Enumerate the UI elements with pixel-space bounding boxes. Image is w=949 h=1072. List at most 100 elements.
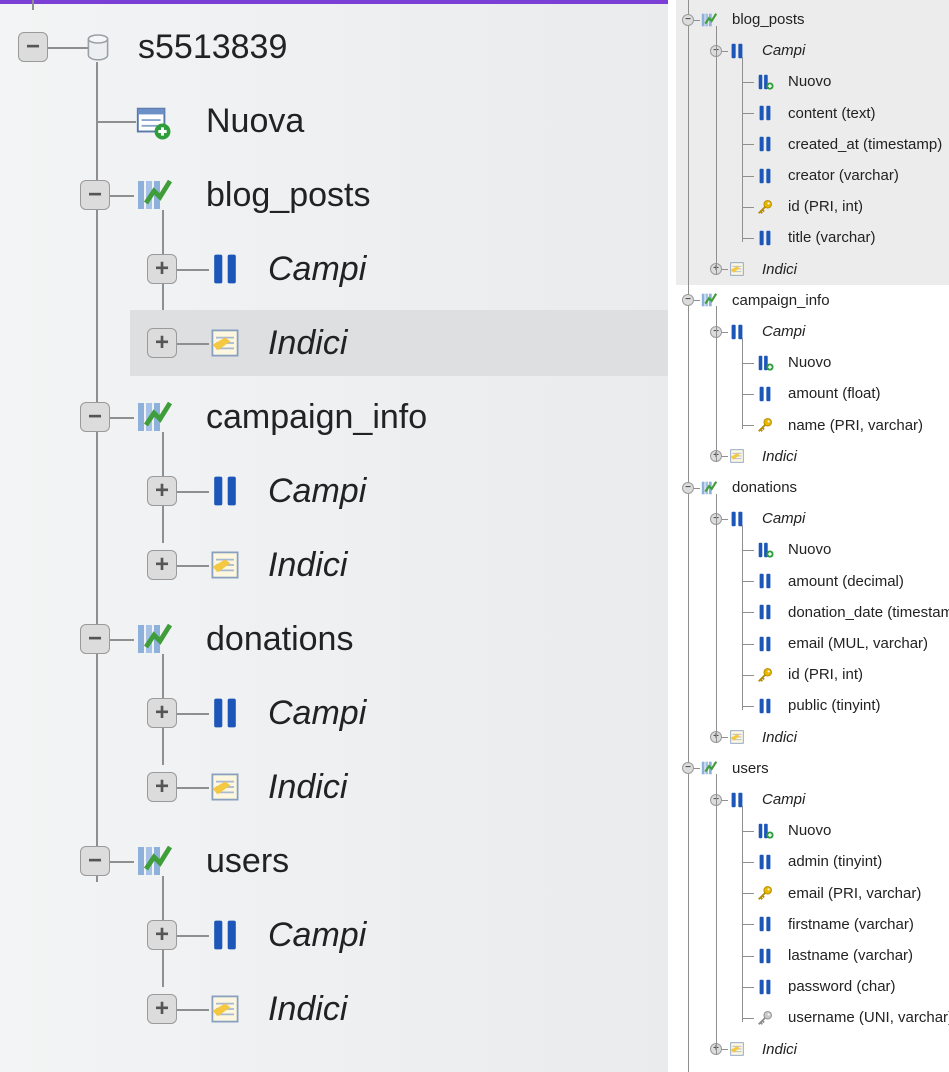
fields-expand-toggle[interactable]: +	[147, 920, 177, 950]
table-name[interactable]: users	[206, 824, 289, 898]
column-item[interactable]: donation_date (timestamp)	[788, 597, 949, 628]
database-name[interactable]: s5513839	[138, 10, 287, 84]
tree-connector-line	[742, 674, 754, 676]
fields-node[interactable]: Campi	[268, 898, 366, 972]
primary-key-icon	[756, 884, 774, 902]
column-item[interactable]: username (UNI, varchar)	[788, 1002, 949, 1033]
column-item[interactable]: public (tinyint)	[788, 690, 881, 721]
tree-connector-line	[742, 362, 754, 364]
tree-connector-line	[177, 935, 209, 937]
column-item[interactable]: title (varchar)	[788, 222, 876, 253]
indexes-node[interactable]: Indici	[762, 1034, 797, 1065]
primary-key-icon	[756, 666, 774, 684]
table-icon	[134, 397, 174, 437]
column-item[interactable]: admin (tinyint)	[788, 846, 882, 877]
column-item[interactable]: name (PRI, varchar)	[788, 410, 923, 441]
column-icon	[756, 915, 774, 933]
indexes-node[interactable]: Indici	[268, 528, 347, 602]
column-item[interactable]: email (MUL, varchar)	[788, 628, 928, 659]
new-column-link[interactable]: Nuovo	[788, 815, 831, 846]
tree-connector-line	[716, 524, 717, 744]
column-icon	[756, 697, 774, 715]
table-name[interactable]: blog_posts	[206, 158, 370, 232]
table-icon	[134, 841, 174, 881]
new-column-icon	[756, 73, 774, 91]
table-collapse-toggle[interactable]: −	[80, 846, 110, 876]
left-navigation-tree: − s5513839 Nuova − blog_posts + Campi + Indici − c…	[0, 0, 668, 1072]
table-collapse-toggle[interactable]: −	[682, 762, 694, 775]
fields-node[interactable]: Campi	[268, 676, 366, 750]
fields-node[interactable]: Campi	[268, 232, 366, 306]
tree-connector-line	[742, 175, 754, 177]
tree-connector-line	[177, 343, 209, 345]
table-collapse-toggle[interactable]: −	[682, 13, 694, 26]
column-icon	[756, 104, 774, 122]
column-item[interactable]: creator (varchar)	[788, 160, 899, 191]
fields-node[interactable]: Campi	[762, 784, 805, 815]
column-item[interactable]: id (PRI, int)	[788, 659, 863, 690]
fields-node[interactable]: Campi	[762, 503, 805, 534]
indexes-node[interactable]: Indici	[268, 306, 347, 380]
column-item[interactable]: content (text)	[788, 98, 876, 129]
column-item[interactable]: amount (decimal)	[788, 566, 904, 597]
column-item[interactable]: lastname (varchar)	[788, 940, 913, 971]
columns-icon	[207, 251, 243, 287]
table-collapse-toggle[interactable]: −	[682, 481, 694, 494]
new-table-link[interactable]: Nuova	[206, 84, 304, 158]
column-icon	[756, 135, 774, 153]
table-collapse-toggle[interactable]: −	[80, 402, 110, 432]
columns-icon	[207, 473, 243, 509]
new-column-icon	[756, 541, 774, 559]
column-item[interactable]: firstname (varchar)	[788, 909, 914, 940]
tree-connector-line	[177, 269, 209, 271]
database-collapse-toggle[interactable]: −	[18, 32, 48, 62]
indexes-expand-toggle[interactable]: +	[147, 772, 177, 802]
column-item[interactable]: email (PRI, varchar)	[788, 878, 921, 909]
table-name[interactable]: campaign_info	[732, 285, 830, 316]
tree-connector-line	[177, 491, 209, 493]
tree-connector-line	[742, 986, 754, 988]
indexes-node[interactable]: Indici	[268, 750, 347, 824]
database-icon	[82, 31, 114, 63]
table-name[interactable]: donations	[206, 602, 353, 676]
index-icon	[207, 325, 243, 361]
fields-node[interactable]: Campi	[268, 454, 366, 528]
column-icon	[756, 947, 774, 965]
new-column-link[interactable]: Nuovo	[788, 534, 831, 565]
column-item[interactable]: created_at (timestamp)	[788, 129, 942, 160]
indexes-node[interactable]: Indici	[762, 722, 797, 753]
window-accent-bar	[0, 0, 668, 4]
table-collapse-toggle[interactable]: −	[80, 624, 110, 654]
column-icon	[756, 572, 774, 590]
indexes-expand-toggle[interactable]: +	[147, 328, 177, 358]
new-column-link[interactable]: Nuovo	[788, 347, 831, 378]
new-column-icon	[756, 354, 774, 372]
fields-expand-toggle[interactable]: +	[147, 254, 177, 284]
table-collapse-toggle[interactable]: −	[682, 294, 694, 307]
column-item[interactable]: password (char)	[788, 971, 896, 1002]
indexes-node[interactable]: Indici	[762, 254, 797, 285]
table-name[interactable]: blog_posts	[732, 4, 805, 35]
tree-connector-line	[742, 550, 754, 551]
column-icon	[756, 603, 774, 621]
new-column-link[interactable]: Nuovo	[788, 66, 831, 97]
fields-expand-toggle[interactable]: +	[147, 698, 177, 728]
column-item[interactable]: amount (float)	[788, 378, 881, 409]
indexes-node[interactable]: Indici	[762, 441, 797, 472]
table-name[interactable]: donations	[732, 472, 797, 503]
fields-expand-toggle[interactable]: +	[147, 476, 177, 506]
tree-connector-line	[110, 639, 134, 641]
fields-node[interactable]: Campi	[762, 35, 805, 66]
indexes-expand-toggle[interactable]: +	[147, 994, 177, 1024]
fields-node[interactable]: Campi	[762, 316, 805, 347]
table-name[interactable]: users	[732, 753, 769, 784]
indexes-expand-toggle[interactable]: +	[147, 550, 177, 580]
table-collapse-toggle[interactable]: −	[80, 180, 110, 210]
table-name[interactable]: campaign_info	[206, 380, 427, 454]
column-item[interactable]: id (PRI, int)	[788, 191, 863, 222]
columns-icon	[728, 323, 746, 341]
right-navigation-tree: −blog_posts−CampiNuovocontent (text)crea…	[676, 0, 949, 1072]
tree-connector-line	[177, 565, 209, 567]
indexes-node[interactable]: Indici	[268, 972, 347, 1046]
tree-connector-line	[742, 924, 754, 926]
